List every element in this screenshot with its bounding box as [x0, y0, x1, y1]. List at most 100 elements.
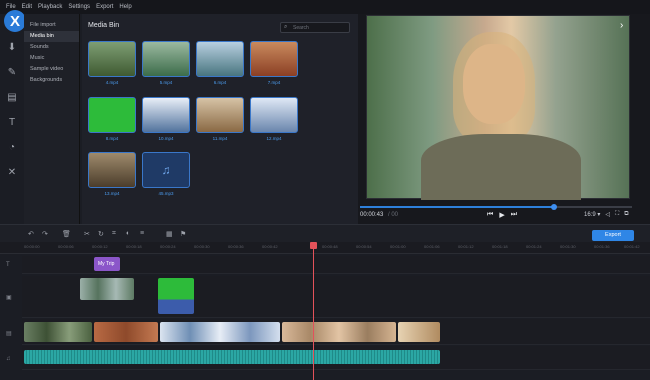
- media-label-7: 7.mp4: [267, 80, 281, 85]
- export-button[interactable]: Export: [592, 230, 634, 241]
- video-clip-1[interactable]: [24, 322, 92, 342]
- media-label-11: 11.mp4: [212, 136, 228, 141]
- menu-settings[interactable]: Settings: [68, 4, 90, 10]
- import-item-file-import[interactable]: File import: [24, 20, 79, 31]
- audio-clip[interactable]: [24, 350, 440, 364]
- filters-tool-icon[interactable]: ▤: [5, 90, 19, 104]
- media-label-45: 45.mp3: [158, 191, 174, 196]
- import-item-sounds[interactable]: Sounds: [24, 42, 79, 53]
- marker-icon[interactable]: ⚑: [180, 230, 186, 238]
- media-thumb-12[interactable]: [250, 97, 298, 133]
- playhead-line[interactable]: [313, 242, 314, 380]
- tools-icon[interactable]: ✕: [5, 165, 19, 179]
- ruler-tick: 00:00:42: [262, 244, 278, 249]
- menu-help[interactable]: Help: [119, 4, 131, 10]
- ruler-tick: 00:01:00: [390, 244, 406, 249]
- media-thumb-10[interactable]: [142, 97, 190, 133]
- ruler-tick: 00:01:42: [624, 244, 640, 249]
- volume-icon[interactable]: ◁: [605, 211, 610, 218]
- media-thumb-45-audio[interactable]: ♫: [142, 152, 190, 188]
- audio-properties-icon[interactable]: ▦: [166, 230, 173, 238]
- search-input[interactable]: ⌕ Search: [280, 22, 350, 33]
- stickers-tool-icon[interactable]: ◔: [5, 140, 19, 154]
- ruler-tick: 00:01:06: [424, 244, 440, 249]
- rotate-icon[interactable]: ↻: [98, 230, 104, 238]
- ruler-tick: 00:01:24: [526, 244, 542, 249]
- import-item-media-bin[interactable]: Media bin: [24, 31, 79, 42]
- overlay-track-icon: ▣: [6, 295, 12, 301]
- total-time: / 00: [388, 212, 399, 218]
- import-tool-icon[interactable]: ⬇: [5, 40, 19, 54]
- playhead-handle[interactable]: [310, 242, 317, 249]
- title-clip[interactable]: My Trip: [94, 257, 120, 271]
- media-label-12: 12.mp4: [266, 136, 282, 141]
- undo-icon[interactable]: ↶: [28, 230, 34, 238]
- delete-icon[interactable]: 🗑: [62, 230, 71, 238]
- media-thumb-4[interactable]: [88, 41, 136, 77]
- timeline-toolbar: ↶ ↷ 🗑 ✂ ↻ ⌗ ◐ ≡ ▦ ⚑: [0, 224, 650, 242]
- next-frame-icon[interactable]: ›: [620, 20, 623, 31]
- ruler-tick: 00:00:24: [160, 244, 176, 249]
- media-label-4: 4.mp4: [105, 80, 119, 85]
- detach-icon[interactable]: ⧉: [624, 211, 628, 218]
- next-clip-icon[interactable]: ⏭: [511, 211, 517, 219]
- ruler-tick: 00:01:18: [492, 244, 508, 249]
- preview-right-controls: 16:9 ▾ ◁ ⛶ ⧉: [584, 211, 628, 218]
- ruler-tick: 00:00:06: [58, 244, 74, 249]
- cut-icon[interactable]: ✂: [84, 230, 90, 238]
- progress-handle[interactable]: [551, 204, 557, 210]
- pin-tool-icon[interactable]: ✎: [5, 65, 19, 79]
- play-icon[interactable]: ▶: [499, 211, 504, 219]
- video-clip-4[interactable]: [282, 322, 396, 342]
- media-label-6: 6.mp4: [213, 80, 227, 85]
- ruler-tick: 00:00:12: [92, 244, 108, 249]
- menu-playback[interactable]: Playback: [38, 4, 62, 10]
- import-list: File import Media bin Sounds Music Sampl…: [24, 14, 80, 224]
- redo-icon[interactable]: ↷: [42, 230, 48, 238]
- media-thumb-13[interactable]: [88, 152, 136, 188]
- import-item-music[interactable]: Music: [24, 53, 79, 64]
- import-item-sample-video[interactable]: Sample video: [24, 64, 79, 75]
- video-track-icon: ▤: [6, 331, 12, 337]
- media-thumb-11[interactable]: [196, 97, 244, 133]
- media-thumb-8[interactable]: [88, 97, 136, 133]
- media-thumb-5[interactable]: [142, 41, 190, 77]
- subject-body: [421, 134, 581, 200]
- progress-bar-remaining[interactable]: [554, 206, 632, 208]
- video-clip-2[interactable]: [94, 322, 158, 342]
- crop-icon[interactable]: ⌗: [112, 230, 116, 238]
- prev-frame-icon[interactable]: ⏮: [487, 211, 493, 219]
- aspect-ratio-select[interactable]: 16:9 ▾: [584, 211, 600, 218]
- media-label-10: 10.mp4: [158, 136, 174, 141]
- menu-bar: File Edit Playback Settings Export Help: [0, 0, 650, 14]
- overlay-clip-landscape[interactable]: [80, 278, 134, 300]
- video-clip-5[interactable]: [398, 322, 440, 342]
- menu-export[interactable]: Export: [96, 4, 113, 10]
- clip-properties-icon[interactable]: ≡: [140, 230, 144, 237]
- ruler-tick: 00:00:48: [322, 244, 338, 249]
- timeline-ruler[interactable]: 00:00:00 00:00:06 00:00:12 00:00:18 00:0…: [0, 242, 650, 254]
- current-time: 00:00:43: [360, 212, 384, 218]
- titles-tool-icon[interactable]: T: [5, 115, 19, 129]
- media-bin-title: Media Bin: [88, 22, 120, 29]
- media-thumb-6[interactable]: [196, 41, 244, 77]
- ruler-tick: 00:01:36: [594, 244, 610, 249]
- ruler-tick: 00:01:12: [458, 244, 474, 249]
- video-clip-3[interactable]: [160, 322, 280, 342]
- import-item-backgrounds[interactable]: Backgrounds: [24, 75, 79, 86]
- progress-bar[interactable]: [360, 206, 554, 208]
- search-placeholder: Search: [293, 25, 309, 31]
- overlay-clip-greenscreen[interactable]: [158, 278, 194, 314]
- menu-edit[interactable]: Edit: [22, 4, 32, 10]
- ruler-tick: 00:00:36: [228, 244, 244, 249]
- color-adjust-icon[interactable]: ◐: [126, 230, 130, 237]
- media-label-13: 13.mp4: [104, 191, 120, 196]
- audio-track-icon: ♫: [6, 356, 11, 362]
- fullscreen-icon[interactable]: ⛶: [615, 211, 619, 218]
- ruler-tick: 00:01:30: [560, 244, 576, 249]
- media-thumb-7[interactable]: [250, 41, 298, 77]
- app-logo: X: [4, 10, 26, 32]
- ruler-tick: 00:00:00: [24, 244, 40, 249]
- title-clip-label: My Trip: [98, 261, 115, 267]
- transport-controls: ⏮ ▶ ⏭: [487, 211, 517, 219]
